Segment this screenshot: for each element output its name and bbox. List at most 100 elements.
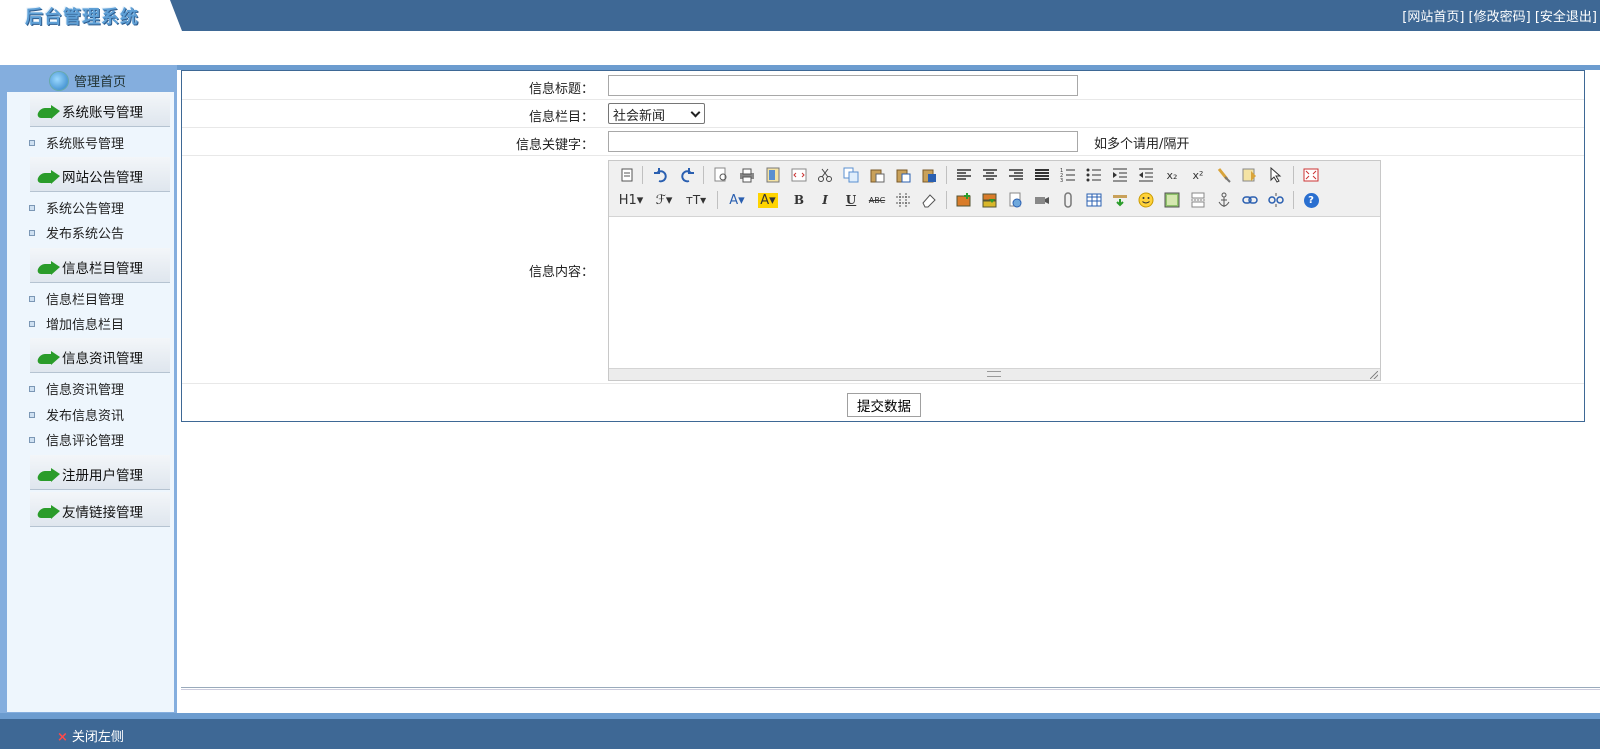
keywords-input[interactable] [608,131,1078,152]
highlight-color-icon[interactable]: A▾ [755,190,781,210]
category-select[interactable]: 社会新闻 [608,103,705,124]
ordered-list-icon[interactable]: 123 [1058,165,1078,185]
font-color-icon[interactable]: A▾ [725,190,749,210]
clear-format-icon[interactable] [1214,165,1234,185]
paste-word-icon[interactable] [919,165,939,185]
editor-toolbar: 123 x₂ x² H1▾ ℱ▾ тT▾ A▾ A▾ B I U ABC ? [609,161,1380,217]
flash-icon[interactable] [1006,190,1026,210]
sidebar-item-notice-publish[interactable]: 发布系统公告 [29,223,124,242]
cursor-icon[interactable] [1266,165,1286,185]
bullet-icon [29,412,35,418]
sidebar-section-accounts[interactable]: 系统账号管理 [30,92,170,127]
sidebar-section-users[interactable]: 注册用户管理 [30,455,170,490]
toolbar-separator [703,166,704,184]
code-icon[interactable] [789,165,809,185]
map-icon[interactable] [1162,190,1182,210]
sidebar-section-categories[interactable]: 信息栏目管理 [30,248,170,283]
fullscreen-icon[interactable] [1301,165,1321,185]
site-home-link[interactable]: [网站首页] [1402,10,1464,25]
paste-plain-icon[interactable] [893,165,913,185]
multi-image-icon[interactable] [980,190,1000,210]
sidebar-home-link[interactable]: 管理首页 [50,71,126,91]
green-arrow-icon [38,505,60,519]
sidebar-item-label: 信息栏目管理 [46,293,125,308]
media-icon[interactable] [1032,190,1052,210]
bullet-icon [29,140,35,146]
green-arrow-icon [38,261,60,275]
redo-icon[interactable] [677,165,697,185]
italic-icon[interactable]: I [815,190,835,210]
copy-icon[interactable] [841,165,861,185]
editor-content-area[interactable] [609,218,1380,368]
subscript-icon[interactable]: x₂ [1162,165,1182,185]
eraser-icon[interactable] [919,190,939,210]
heading-icon[interactable]: H1▾ [617,190,645,210]
toolbar-separator [1293,191,1294,209]
page-break-icon[interactable] [1188,190,1208,210]
hr-icon[interactable] [1110,190,1130,210]
image-icon[interactable] [954,190,974,210]
cut-icon[interactable] [815,165,835,185]
header-links: [网站首页] [修改密码] [安全退出] [1402,6,1597,25]
sidebar-item-news-manage[interactable]: 信息资讯管理 [29,379,124,398]
submit-button[interactable]: 提交数据 [847,393,921,417]
sidebar-home-label: 管理首页 [74,75,127,90]
align-left-icon[interactable] [954,165,974,185]
header-band [0,31,1600,65]
font-size-icon[interactable]: тT▾ [683,190,709,210]
sidebar-item-label: 发布信息资讯 [46,409,125,424]
align-right-icon[interactable] [1006,165,1026,185]
align-justify-icon[interactable] [1032,165,1052,185]
undo-icon[interactable] [651,165,671,185]
superscript-icon[interactable]: x² [1188,165,1208,185]
paste-icon[interactable] [867,165,887,185]
form-row-category: 信息栏目： [182,100,1584,128]
unordered-list-icon[interactable] [1084,165,1104,185]
bold-icon[interactable]: B [789,190,809,210]
rich-text-editor: 123 x₂ x² H1▾ ℱ▾ тT▾ A▾ A▾ B I U ABC ? [608,160,1381,381]
sidebar-section-links[interactable]: 友情链接管理 [30,492,170,527]
attachment-icon[interactable] [1058,190,1078,210]
indent-icon[interactable] [1110,165,1130,185]
sidebar-section-news[interactable]: 信息资讯管理 [30,338,170,373]
change-password-link[interactable]: [修改密码] [1469,10,1531,25]
form-row-keywords: 信息关键字： [182,128,1584,156]
sidebar-item-label: 信息资讯管理 [46,383,125,398]
emoticon-icon[interactable] [1136,190,1156,210]
keywords-label: 信息关键字： [515,138,594,153]
unlink-icon[interactable] [1266,190,1286,210]
sidebar-section-label: 信息资讯管理 [62,351,143,367]
sidebar-item-label: 信息评论管理 [46,434,125,449]
drag-handle-icon[interactable] [987,371,1001,377]
sidebar-item-accounts[interactable]: 系统账号管理 [29,133,124,152]
template-icon[interactable] [763,165,783,185]
strikethrough-icon[interactable]: ABC [867,190,887,210]
content-label: 信息内容： [528,265,594,280]
sidebar-section-notices[interactable]: 网站公告管理 [30,157,170,192]
select-all-icon[interactable] [1240,165,1260,185]
outdent-icon[interactable] [1136,165,1156,185]
title-input[interactable] [608,75,1078,96]
sidebar-item-category-manage[interactable]: 信息栏目管理 [29,289,124,308]
link-icon[interactable] [1240,190,1260,210]
table-icon[interactable] [1084,190,1104,210]
sidebar-item-category-add[interactable]: 增加信息栏目 [29,314,124,333]
sidebar-section-label: 信息栏目管理 [62,261,143,277]
anchor-icon[interactable] [1214,190,1234,210]
source-icon[interactable] [617,165,637,185]
bullet-icon [29,437,35,443]
sidebar-item-comments[interactable]: 信息评论管理 [29,430,124,449]
align-center-icon[interactable] [980,165,1000,185]
help-icon[interactable]: ? [1301,190,1321,210]
sidebar-item-news-publish[interactable]: 发布信息资讯 [29,405,124,424]
logout-link[interactable]: [安全退出] [1535,10,1597,25]
resize-grip-icon[interactable] [1370,371,1378,379]
preview-icon[interactable] [711,165,731,185]
sidebar-item-notice-manage[interactable]: 系统公告管理 [29,198,124,217]
underline-icon[interactable]: U [841,190,861,210]
font-family-icon[interactable]: ℱ▾ [651,190,677,210]
close-left-button[interactable]: × 关闭左侧 [57,726,124,745]
sidebar-item-label: 系统账号管理 [46,137,125,152]
print-icon[interactable] [737,165,757,185]
line-height-icon[interactable] [893,190,913,210]
